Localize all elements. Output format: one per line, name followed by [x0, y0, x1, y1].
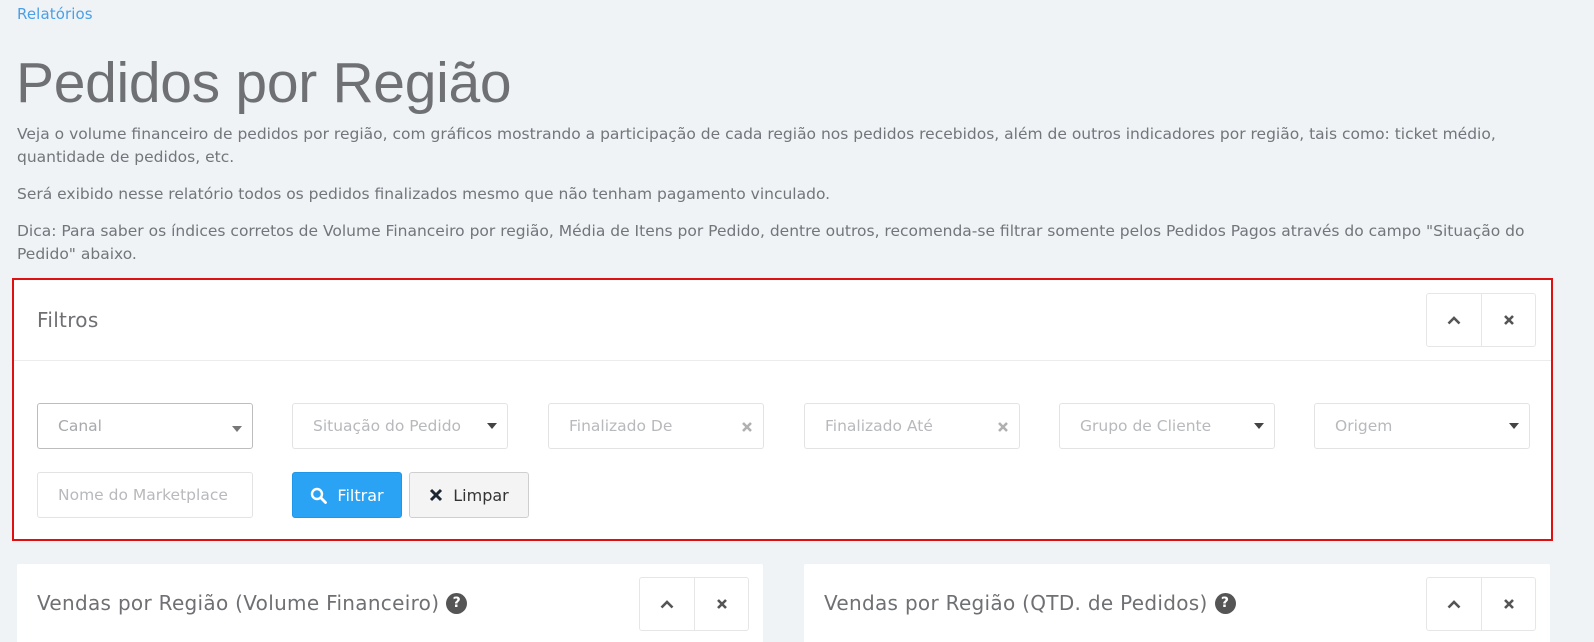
clear-icon[interactable]	[741, 421, 753, 433]
description-paragraph-1: Veja o volume financeiro de pedidos por …	[17, 125, 1496, 166]
search-icon	[310, 487, 328, 504]
chevron-up-icon	[1447, 600, 1461, 609]
volume-card-close-button[interactable]	[694, 578, 748, 630]
volume-card-tools	[639, 577, 749, 631]
description-paragraph-3: Dica: Para saber os índices corretos de …	[17, 222, 1525, 263]
sales-by-region-volume-title: Vendas por Região (Volume Financeiro) ?	[37, 591, 468, 615]
chevron-down-icon	[1254, 423, 1264, 429]
marketplace-input[interactable]: Nome do Marketplace	[37, 472, 253, 518]
clear-button[interactable]: Limpar	[409, 472, 529, 518]
page: Relatórios Pedidos por Região Veja o vol…	[0, 0, 1594, 642]
chevron-up-icon	[660, 600, 674, 609]
filters-panel-header: Filtros	[14, 280, 1551, 361]
filter-button-label: Filtrar	[337, 485, 384, 505]
finalizado-de-placeholder: Finalizado De	[569, 417, 673, 435]
orders-card-collapse-button[interactable]	[1427, 578, 1481, 630]
sales-by-region-orders-card: Vendas por Região (QTD. de Pedidos) ?	[804, 564, 1550, 642]
close-icon	[716, 599, 727, 609]
sales-by-region-orders-title-text: Vendas por Região (QTD. de Pedidos)	[824, 591, 1208, 615]
sales-by-region-orders-title: Vendas por Região (QTD. de Pedidos) ?	[824, 591, 1236, 615]
clear-button-label: Limpar	[453, 485, 509, 505]
chevron-down-icon	[1509, 423, 1519, 429]
filters-panel-title: Filtros	[37, 308, 99, 332]
help-icon[interactable]: ?	[1214, 592, 1236, 614]
canal-select[interactable]: Canal	[37, 403, 253, 449]
times-icon	[429, 488, 443, 502]
orders-card-tools	[1426, 577, 1536, 631]
finalizado-ate-input[interactable]: Finalizado Até	[804, 403, 1020, 449]
filters-panel: Filtros Canal Situação do Pedido Finaliz…	[12, 278, 1553, 541]
grupo-cliente-label: Grupo de Cliente	[1080, 417, 1212, 435]
filters-close-button[interactable]	[1481, 294, 1535, 346]
situacao-pedido-select[interactable]: Situação do Pedido	[292, 403, 508, 449]
volume-card-collapse-button[interactable]	[640, 578, 694, 630]
canal-select-label: Canal	[58, 417, 102, 435]
filters-collapse-button[interactable]	[1427, 294, 1481, 346]
page-title: Pedidos por Região	[16, 51, 512, 115]
origem-select[interactable]: Origem	[1314, 403, 1530, 449]
breadcrumb-reports-link[interactable]: Relatórios	[17, 5, 93, 23]
orders-card-close-button[interactable]	[1481, 578, 1535, 630]
origem-label: Origem	[1335, 417, 1393, 435]
grupo-cliente-select[interactable]: Grupo de Cliente	[1059, 403, 1275, 449]
chevron-down-icon	[487, 423, 497, 429]
filter-button[interactable]: Filtrar	[292, 472, 402, 518]
finalizado-de-input[interactable]: Finalizado De	[548, 403, 764, 449]
help-icon[interactable]: ?	[446, 592, 468, 614]
marketplace-placeholder: Nome do Marketplace	[58, 486, 228, 504]
situacao-pedido-label: Situação do Pedido	[313, 417, 462, 435]
clear-icon[interactable]	[997, 421, 1009, 433]
close-icon	[1503, 315, 1514, 325]
finalizado-ate-placeholder: Finalizado Até	[825, 417, 933, 435]
chevron-up-icon	[1447, 316, 1461, 325]
chevron-down-icon	[232, 426, 242, 432]
filters-panel-tools	[1426, 293, 1536, 347]
sales-by-region-volume-title-text: Vendas por Região (Volume Financeiro)	[37, 591, 440, 615]
description-paragraph-2: Será exibido nesse relatório todos os pe…	[17, 185, 831, 203]
close-icon	[1503, 599, 1514, 609]
sales-by-region-volume-card: Vendas por Região (Volume Financeiro) ?	[17, 564, 763, 642]
